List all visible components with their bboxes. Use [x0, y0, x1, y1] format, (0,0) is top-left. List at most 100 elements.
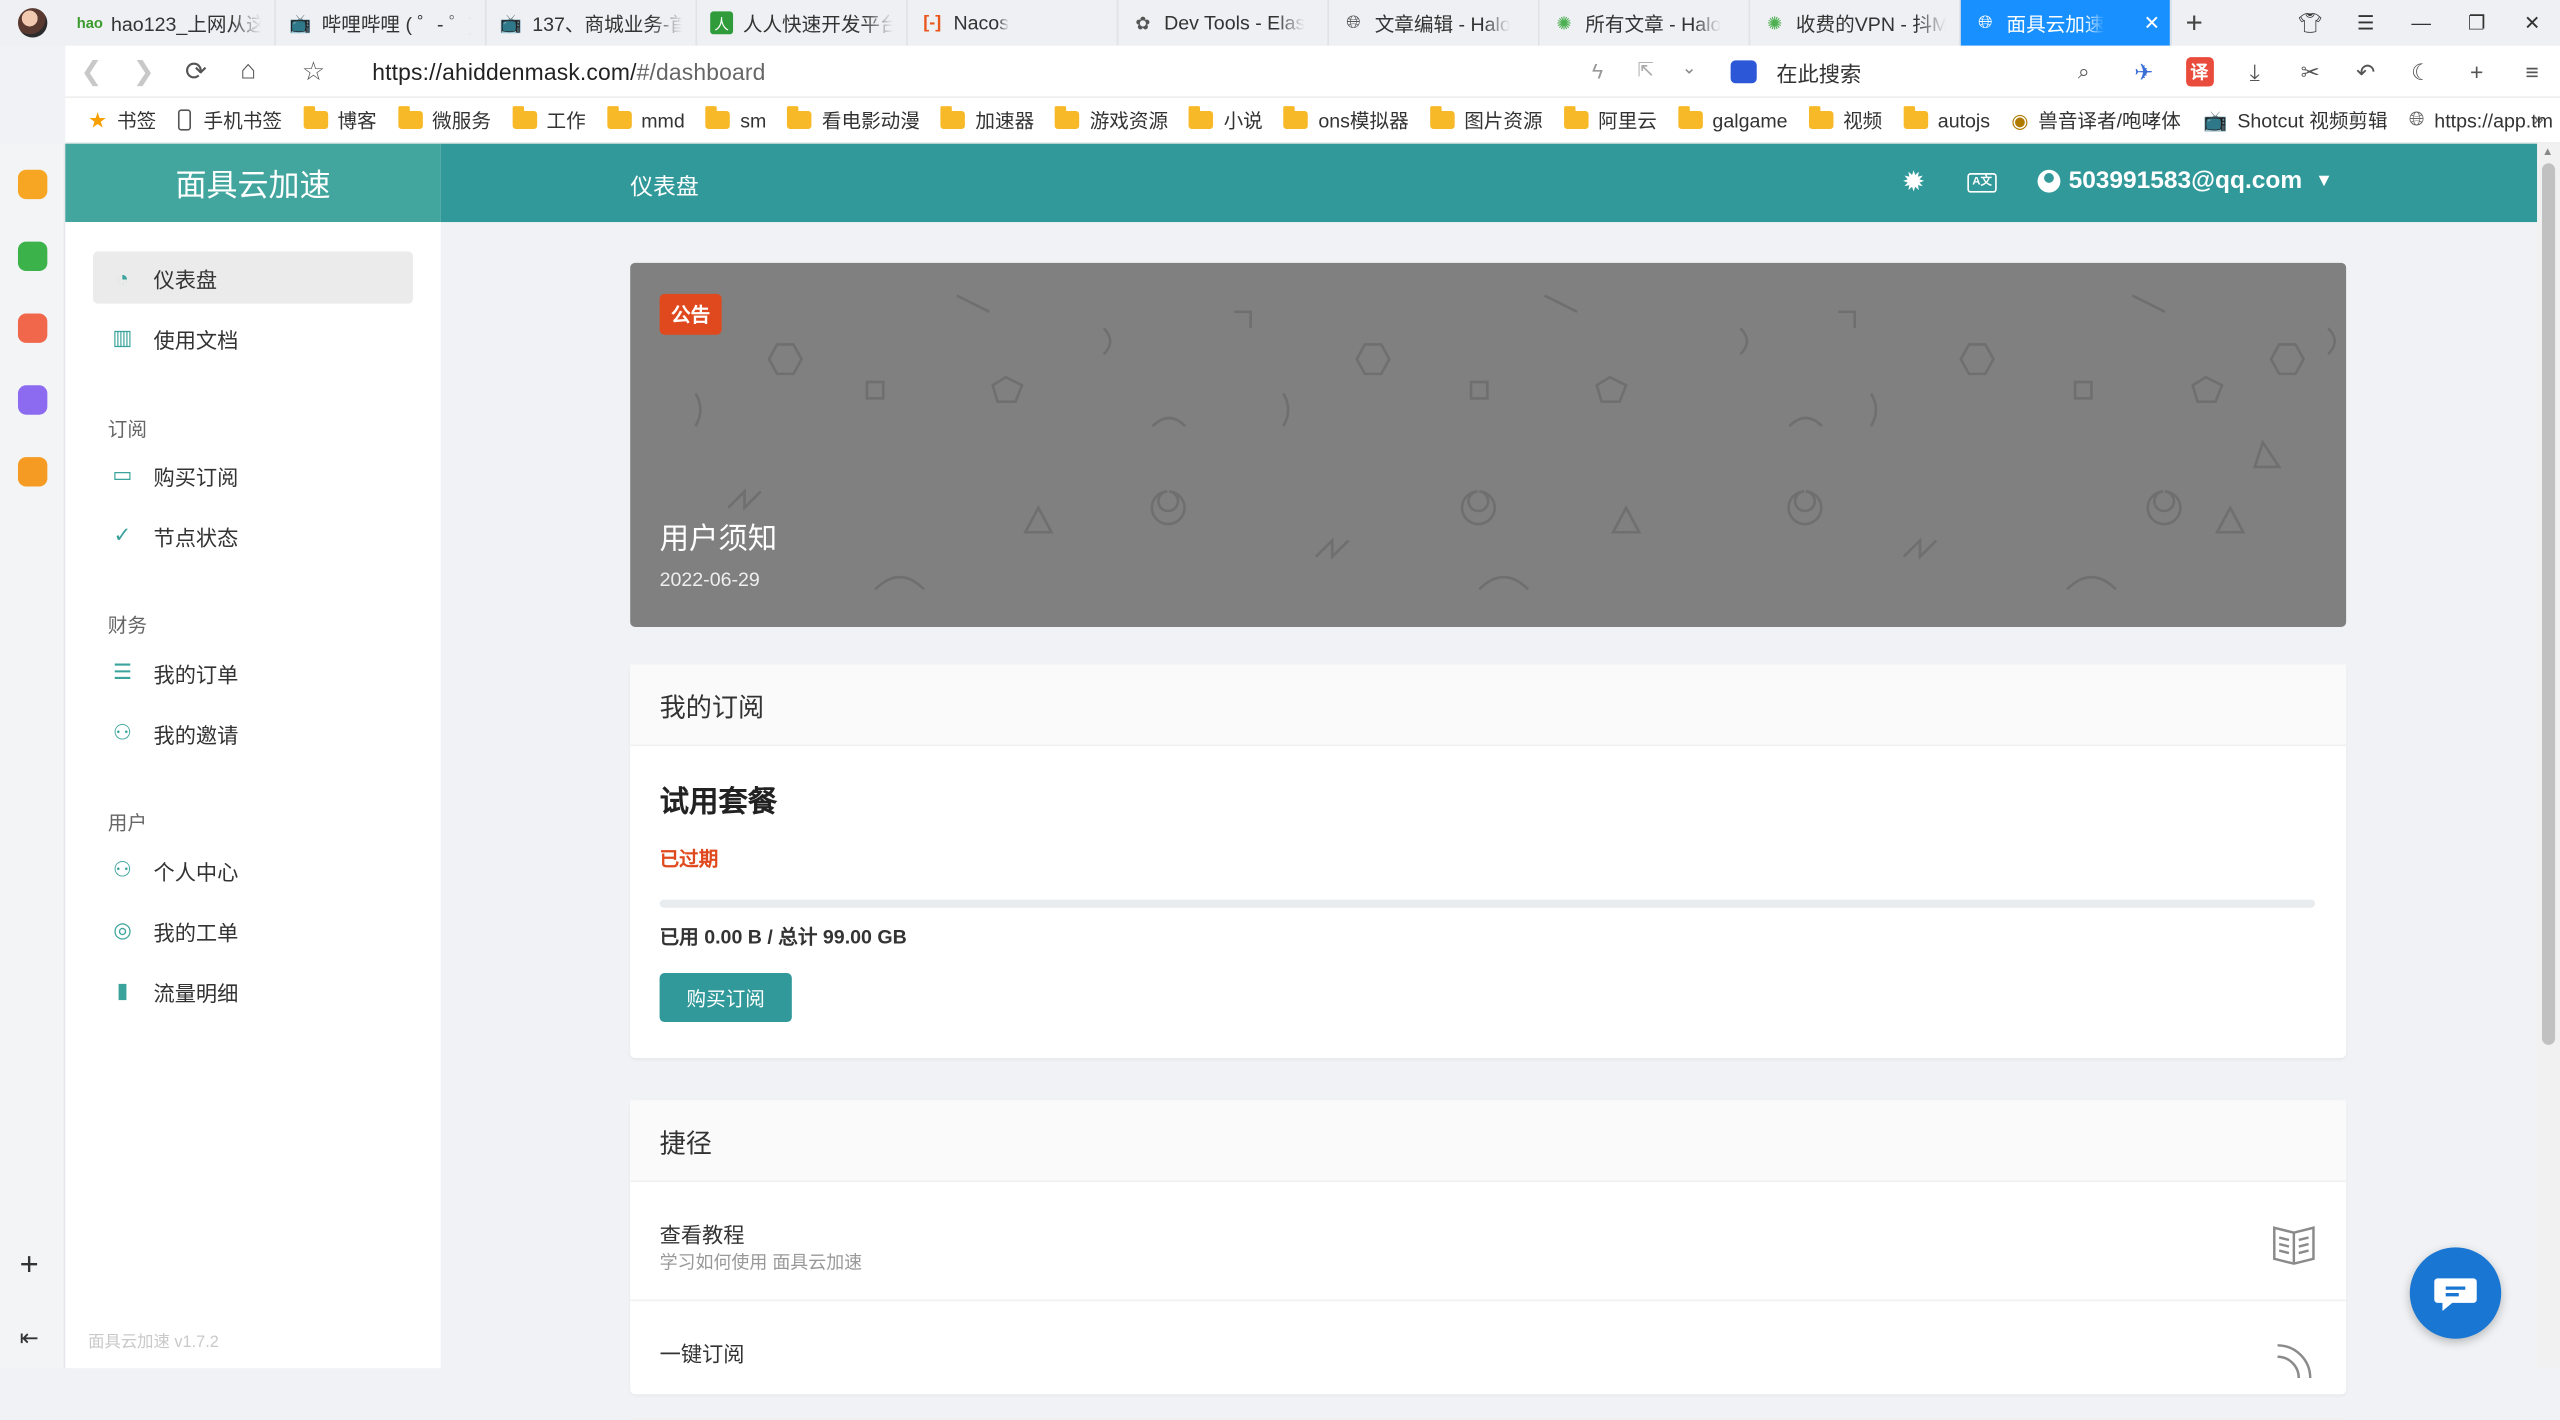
wechat-icon[interactable] — [17, 241, 48, 272]
browser-tab-2[interactable]: 📺 哔哩哔哩 ( ゜- ゜)つ — [276, 0, 487, 46]
folder-icon — [606, 106, 632, 129]
shortcut-one-click-subscribe[interactable]: 一键订阅 — [630, 1303, 2347, 1420]
bookmark-folder[interactable]: 加速器 — [941, 106, 1034, 134]
app-brand[interactable]: 面具云加速 — [65, 143, 441, 223]
avatar-icon — [17, 8, 48, 38]
app-icon[interactable] — [17, 313, 48, 343]
sidebar-item-buy-subscription[interactable]: ▭ 购买订阅 — [93, 449, 413, 501]
clipboard-icon: ▭ — [112, 462, 133, 487]
sidebar-item-orders[interactable]: ☰ 我的订单 — [93, 647, 413, 699]
user-menu[interactable]: 503991583@qq.com ▼ — [2037, 167, 2333, 194]
note-icon[interactable] — [17, 385, 48, 415]
language-toggle-icon[interactable]: A文 — [1967, 173, 1997, 193]
back-button[interactable]: ❮ — [65, 45, 117, 97]
bookmark-folder[interactable]: 工作 — [512, 106, 586, 134]
scissors-icon[interactable]: ✂ — [2282, 46, 2338, 98]
browser-tab-7[interactable]: 🌐︎ 文章编辑 - Halo — [1329, 0, 1540, 46]
search-input[interactable]: 在此搜索 — [1776, 56, 1861, 87]
browser-tab-9[interactable]: ✺ 收费的VPN - 抖M — [1750, 0, 1961, 46]
bookmark-item[interactable]: 🌐︎ https://app.tm — [2409, 108, 2553, 132]
buy-subscription-button[interactable]: 购买订阅 — [659, 973, 792, 1023]
bookmark-folder[interactable]: mmd — [606, 106, 685, 131]
sidebar-item-invites[interactable]: ⚇ 我的邀请 — [93, 707, 413, 759]
collapse-sidebar-icon[interactable]: ⇤ — [20, 1324, 39, 1352]
folder-icon — [1678, 106, 1703, 129]
subscription-card-header: 我的订阅 — [630, 664, 2347, 747]
shortcut-tutorial[interactable]: 查看教程 学习如何使用 面具云加速 — [630, 1184, 2347, 1302]
notice-banner[interactable]: 公告 用户须知 2022-06-29 — [630, 262, 2347, 627]
close-tab-icon[interactable]: ✕ — [2144, 11, 2160, 34]
close-window-button[interactable]: ✕ — [2504, 0, 2560, 46]
forward-button[interactable]: ❯ — [118, 45, 170, 97]
menu-icon[interactable]: ≡ — [2504, 46, 2560, 98]
lightning-icon[interactable]: ϟ — [1592, 59, 1603, 83]
share-icon[interactable]: ⇱ — [1638, 59, 1654, 82]
chevron-down-icon[interactable]: ⌄ — [1682, 57, 1697, 79]
browser-tab-active[interactable]: 🌐︎ 面具云加速 ✕ — [1960, 0, 2172, 46]
new-tab-button[interactable]: + — [2171, 0, 2217, 46]
search-box[interactable]: 在此搜索 ⌕ — [1730, 46, 2090, 98]
url-field[interactable]: https://ahiddenmask.com/#/dashboard — [372, 58, 765, 84]
favorites-icon[interactable] — [17, 169, 48, 200]
restore-button[interactable]: ❐ — [2449, 0, 2505, 46]
bookmark-item[interactable]: 📺 Shotcut 视频剪辑 — [2203, 106, 2387, 134]
shortcut-desc: 学习如何使用 面具云加速 — [659, 1253, 863, 1274]
sidebar-item-tickets[interactable]: ◎ 我的工单 — [93, 904, 413, 956]
minimize-button[interactable]: — — [2393, 0, 2449, 46]
browser-tab-3[interactable]: 📺 137、商城业务-首 — [487, 0, 698, 46]
browser-tab-4[interactable]: 人人人快速开发平台 — [697, 0, 908, 46]
undo-icon[interactable]: ↶ — [2338, 46, 2394, 98]
folder-icon — [941, 106, 966, 129]
bookmark-folder[interactable]: 微服务 — [397, 106, 491, 134]
bookmark-star-icon[interactable]: ☆ — [287, 45, 339, 97]
shirt-icon[interactable]: 👕︎ — [2282, 0, 2338, 46]
moon-icon[interactable]: ☾ — [2393, 46, 2449, 98]
tab-label: hao123_上网从这 — [111, 12, 262, 36]
reload-button[interactable]: ⟳ — [170, 45, 222, 97]
plus-icon[interactable]: + — [2449, 46, 2505, 98]
bookmark-label: 加速器 — [975, 109, 1035, 133]
sidebar-item-profile[interactable]: ⚇ 个人中心 — [93, 844, 413, 896]
bookmark-folder[interactable]: sm — [705, 106, 766, 131]
extension-icon[interactable]: ✈ — [2116, 46, 2172, 98]
more-bookmarks-icon[interactable]: » — [2533, 108, 2544, 131]
bookmark-folder[interactable]: 阿里云 — [1563, 106, 1657, 134]
translate-icon[interactable]: 译 — [2171, 46, 2227, 98]
bookmark-folder[interactable]: 小说 — [1189, 106, 1263, 134]
theme-toggle-icon[interactable]: ✹ — [1902, 167, 1925, 200]
search-app-icon[interactable] — [17, 457, 48, 487]
profile-avatar[interactable] — [0, 0, 65, 46]
bookmark-folder[interactable]: 游戏资源 — [1055, 106, 1168, 134]
bookmark-folder[interactable]: 博客 — [303, 106, 377, 134]
add-panel-icon[interactable]: + — [20, 1247, 39, 1285]
notice-title: 用户须知 — [659, 522, 778, 556]
menu-icon[interactable]: ☰ — [2338, 0, 2394, 46]
browser-tab-1[interactable]: hao hao123_上网从这 — [65, 0, 276, 46]
scrollbar-thumb[interactable] — [2542, 163, 2556, 1045]
bookmark-folder[interactable]: 看电影动漫 — [787, 106, 920, 134]
bookmark-folder[interactable]: ons模拟器 — [1284, 106, 1409, 134]
sidebar-item-dashboard[interactable]: ◔ 仪表盘 — [93, 251, 414, 304]
bookmark-item[interactable]: ★ 书签 — [88, 106, 156, 134]
scroll-up-icon[interactable]: ▲ — [2542, 147, 2553, 158]
sidebar-item-node-status[interactable]: ✓ 节点状态 — [93, 509, 413, 561]
browser-tab-8[interactable]: ✺ 所有文章 - Halo — [1540, 0, 1751, 46]
bookmark-folder[interactable]: autojs — [1903, 106, 1990, 131]
page-scrollbar[interactable]: ▲ — [2537, 143, 2560, 1369]
home-button[interactable]: ⌂ — [222, 45, 274, 97]
bookmark-folder[interactable]: galgame — [1678, 106, 1788, 131]
bookmark-folder[interactable]: 图片资源 — [1429, 106, 1543, 134]
browser-sidebar: + ⇤ — [0, 143, 66, 1369]
user-icon: ⚇ — [112, 857, 132, 882]
sidebar-item-docs[interactable]: ▥ 使用文档 — [93, 312, 413, 364]
browser-tab-bar: hao hao123_上网从这 📺 哔哩哔哩 ( ゜- ゜)つ 📺 137、商城业务-… — [0, 0, 2560, 46]
download-icon[interactable]: ⤓ — [2227, 46, 2283, 98]
browser-tab-6[interactable]: ✿ Dev Tools - Elas — [1118, 0, 1329, 46]
bookmark-item[interactable]: 手机书签 — [177, 106, 282, 134]
browser-tab-5[interactable]: [-] Nacos — [908, 0, 1119, 46]
bookmark-folder[interactable]: 视频 — [1808, 106, 1882, 134]
chat-support-button[interactable] — [2409, 1247, 2502, 1339]
sidebar-item-traffic[interactable]: ▮ 流量明细 — [93, 965, 413, 1017]
bookmark-item[interactable]: ◉ 兽音译者/咆哮体加 — [2011, 106, 2182, 134]
search-icon[interactable]: ⌕ — [2078, 59, 2090, 85]
